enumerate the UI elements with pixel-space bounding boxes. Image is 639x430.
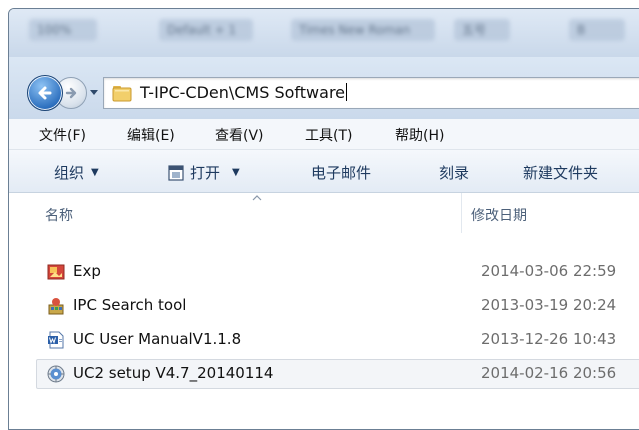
menu-view[interactable]: 查看(V) [215,125,264,145]
open-button[interactable]: 打开 ▼ [168,162,240,183]
setup-icon [47,365,65,383]
email-button[interactable]: 电子邮件 [311,162,371,183]
column-date-header[interactable]: 修改日期 [471,205,527,225]
forward-arrow-icon [65,87,77,99]
background-tab: 100% [29,19,97,41]
burn-button[interactable]: 刻录 [439,162,469,183]
title-bar: 100% Default + 1 Times New Roman 五号 B [9,9,639,57]
application-icon [48,298,64,315]
text-cursor [346,83,348,101]
file-name: IPC Search tool [73,296,187,314]
background-tab: Times New Roman [291,19,435,41]
file-row[interactable]: Exp 2014-03-06 22:59 [36,257,639,287]
back-arrow-icon [38,86,52,100]
recent-pages-dropdown[interactable] [89,89,99,97]
new-folder-button[interactable]: 新建文件夹 [523,162,598,183]
column-header-row: 名称 修改日期 [9,193,639,233]
file-date: 2013-03-19 20:24 [481,296,617,314]
folder-icon [112,86,132,102]
dropdown-arrow-icon: ▼ [232,167,240,178]
menu-tools[interactable]: 工具(T) [305,125,352,145]
image-file-icon [47,264,65,280]
sort-ascending-icon [252,195,262,201]
background-tab: Default + 1 [159,19,253,41]
file-name: UC User ManualV1.1.8 [73,330,242,348]
column-divider[interactable] [461,193,462,233]
file-date: 2014-02-16 20:56 [481,364,617,382]
file-name: UC2 setup V4.7_20140114 [73,364,274,382]
explorer-window: 100% Default + 1 Times New Roman 五号 B T-… [8,8,639,430]
back-button[interactable] [27,75,63,111]
file-row[interactable]: UC2 setup V4.7_20140114 2014-02-16 20:56 [36,359,639,389]
dropdown-arrow-icon: ▼ [91,167,99,178]
navigation-bar: T-IPC-CDen\CMS Software [9,57,639,119]
address-path[interactable]: T-IPC-CDen\CMS Software [140,83,348,102]
file-row[interactable]: IPC Search tool 2013-03-19 20:24 [36,291,639,321]
background-tab: B [569,19,625,41]
menu-edit[interactable]: 编辑(E) [127,125,175,145]
file-row[interactable]: UC User ManualV1.1.8 2013-12-26 10:43 [36,325,639,355]
menu-file[interactable]: 文件(F) [39,125,86,145]
file-date: 2013-12-26 10:43 [481,330,617,348]
column-name-header[interactable]: 名称 [45,205,73,225]
menu-help[interactable]: 帮助(H) [395,125,444,145]
organize-label: 组织 [54,164,85,182]
address-bar[interactable]: T-IPC-CDen\CMS Software [103,77,639,109]
open-icon [168,164,184,181]
background-tab: 五号 [454,19,510,41]
organize-button[interactable]: 组织 ▼ [54,162,99,183]
file-name: Exp [73,262,101,280]
open-label: 打开 [190,164,221,182]
menu-bar: 文件(F) 编辑(E) 查看(V) 工具(T) 帮助(H) [9,119,639,150]
word-document-icon [48,331,64,349]
command-toolbar: 组织 ▼ 打开 ▼ 电子邮件 刻录 新建文件夹 [9,150,639,193]
file-date: 2014-03-06 22:59 [481,262,617,280]
